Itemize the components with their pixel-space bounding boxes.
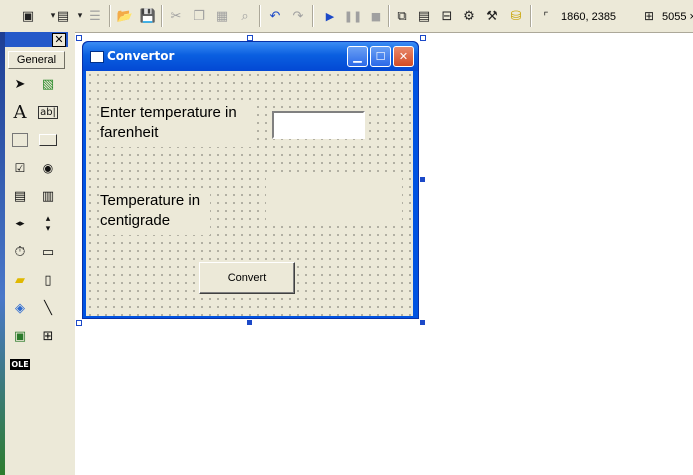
maximize-icon[interactable]: ☐ bbox=[370, 46, 391, 67]
form-title: Convertor bbox=[107, 49, 175, 63]
resize-handle[interactable] bbox=[420, 35, 426, 41]
position-readout: 1860, 2385 bbox=[561, 11, 617, 23]
option-button-icon[interactable]: ◉ bbox=[37, 158, 59, 178]
check-box-icon[interactable]: ☑ bbox=[9, 158, 31, 178]
command-button-icon[interactable] bbox=[37, 130, 59, 150]
find-icon[interactable]: ⌕ bbox=[235, 6, 255, 26]
position-icon: ⌜ bbox=[543, 9, 549, 23]
undo-icon[interactable]: ↶ bbox=[265, 6, 285, 26]
toolbox-titlebar[interactable]: ✕ bbox=[5, 32, 68, 47]
minimize-icon[interactable]: ▁ bbox=[347, 46, 368, 67]
resize-handle[interactable] bbox=[76, 35, 82, 41]
paste-icon[interactable]: ▦ bbox=[212, 6, 232, 26]
fahrenheit-label: Enter temperature in farenheit bbox=[100, 103, 256, 147]
break-icon[interactable]: ❚❚ bbox=[343, 6, 363, 26]
timer-icon[interactable]: ⏱ bbox=[9, 242, 31, 262]
vscroll-bar-icon[interactable]: ▴ ▾ bbox=[37, 214, 59, 234]
toolbox-icon[interactable]: ⚒ bbox=[482, 6, 502, 26]
toolbox-border bbox=[68, 32, 75, 475]
properties-icon[interactable]: ▤ bbox=[414, 6, 434, 26]
label-icon[interactable]: A bbox=[9, 102, 31, 123]
close-icon[interactable]: ✕ bbox=[52, 33, 66, 47]
start-icon[interactable]: ▶ bbox=[320, 6, 340, 26]
image-icon[interactable]: ▣ bbox=[9, 326, 31, 346]
centigrade-result bbox=[266, 177, 402, 225]
combo-box-icon[interactable]: ▤ bbox=[9, 186, 31, 206]
redo-icon[interactable]: ↷ bbox=[288, 6, 308, 26]
form-layout-icon[interactable]: ⊟ bbox=[437, 6, 457, 26]
toolbar-separator bbox=[109, 5, 111, 27]
save-icon[interactable]: 💾 bbox=[138, 6, 158, 26]
resize-handle[interactable] bbox=[420, 320, 425, 325]
size-icon: ⊞ bbox=[643, 9, 655, 23]
toolbox-tab-general[interactable]: General bbox=[8, 51, 65, 69]
fahrenheit-input[interactable] bbox=[272, 111, 365, 139]
drive-list-box-icon[interactable]: ▭ bbox=[37, 242, 59, 262]
form-titlebar[interactable]: Convertor ▁ ☐ ✕ bbox=[83, 42, 418, 71]
size-readout: 5055 × bbox=[662, 11, 693, 23]
ole-icon[interactable]: OLE bbox=[9, 354, 31, 374]
frame-icon[interactable] bbox=[9, 130, 31, 150]
data-icon[interactable]: ⊞ bbox=[37, 326, 59, 346]
toolbar-separator bbox=[259, 5, 261, 27]
copy-icon[interactable]: ❐ bbox=[189, 6, 209, 26]
convert-button[interactable]: Convert bbox=[199, 262, 295, 294]
hscroll-bar-icon[interactable]: ◂▸ bbox=[9, 214, 31, 234]
toolbar-separator bbox=[530, 5, 532, 27]
shape-icon[interactable]: ◈ bbox=[9, 298, 31, 318]
form-client-area[interactable]: Enter temperature in farenheit Temperatu… bbox=[86, 71, 413, 316]
open-icon[interactable]: 📂 bbox=[115, 6, 135, 26]
project-explorer-icon[interactable]: ⧉ bbox=[392, 6, 412, 26]
toolbox-panel: ✕ General ➤ ▧ A ab| ☑ ◉ ▤ ▥ ◂▸ ▴ ▾ ⏱ ▭ ▰ … bbox=[5, 32, 69, 475]
form-designer-window[interactable]: Convertor ▁ ☐ ✕ Enter temperature in far… bbox=[82, 41, 419, 319]
line-icon[interactable]: ╲ bbox=[37, 298, 59, 318]
form-icon bbox=[90, 51, 104, 63]
add-project-icon[interactable]: ▣ bbox=[18, 6, 38, 26]
standard-toolbar: ▣ ▾ ▤ ▾ ☰ 📂 💾 ✂ ❐ ▦ ⌕ ↶ ↷ ▶ ❚❚ ■ ⧉ ▤ ⊟ ⚙… bbox=[0, 0, 693, 33]
toolbar-separator bbox=[312, 5, 314, 27]
data-view-icon[interactable]: ⛁ bbox=[506, 6, 526, 26]
resize-handle[interactable] bbox=[247, 320, 252, 325]
resize-handle[interactable] bbox=[76, 320, 82, 326]
close-icon[interactable]: ✕ bbox=[393, 46, 414, 67]
pointer-icon[interactable]: ➤ bbox=[9, 74, 31, 94]
picture-box-icon[interactable]: ▧ bbox=[37, 74, 59, 94]
text-box-icon[interactable]: ab| bbox=[37, 102, 59, 122]
object-browser-icon[interactable]: ⚙ bbox=[459, 6, 479, 26]
toolbar-separator bbox=[161, 5, 163, 27]
list-box-icon[interactable]: ▥ bbox=[37, 186, 59, 206]
resize-handle[interactable] bbox=[420, 177, 425, 182]
toolbar-separator bbox=[388, 5, 390, 27]
dir-list-box-icon[interactable]: ▰ bbox=[9, 270, 31, 290]
file-list-box-icon[interactable]: ▯ bbox=[37, 270, 59, 290]
menu-editor-icon[interactable]: ☰ bbox=[85, 6, 105, 26]
end-icon[interactable]: ■ bbox=[366, 6, 386, 26]
cut-icon[interactable]: ✂ bbox=[166, 6, 186, 26]
centigrade-label: Temperature in centigrade bbox=[100, 191, 210, 235]
